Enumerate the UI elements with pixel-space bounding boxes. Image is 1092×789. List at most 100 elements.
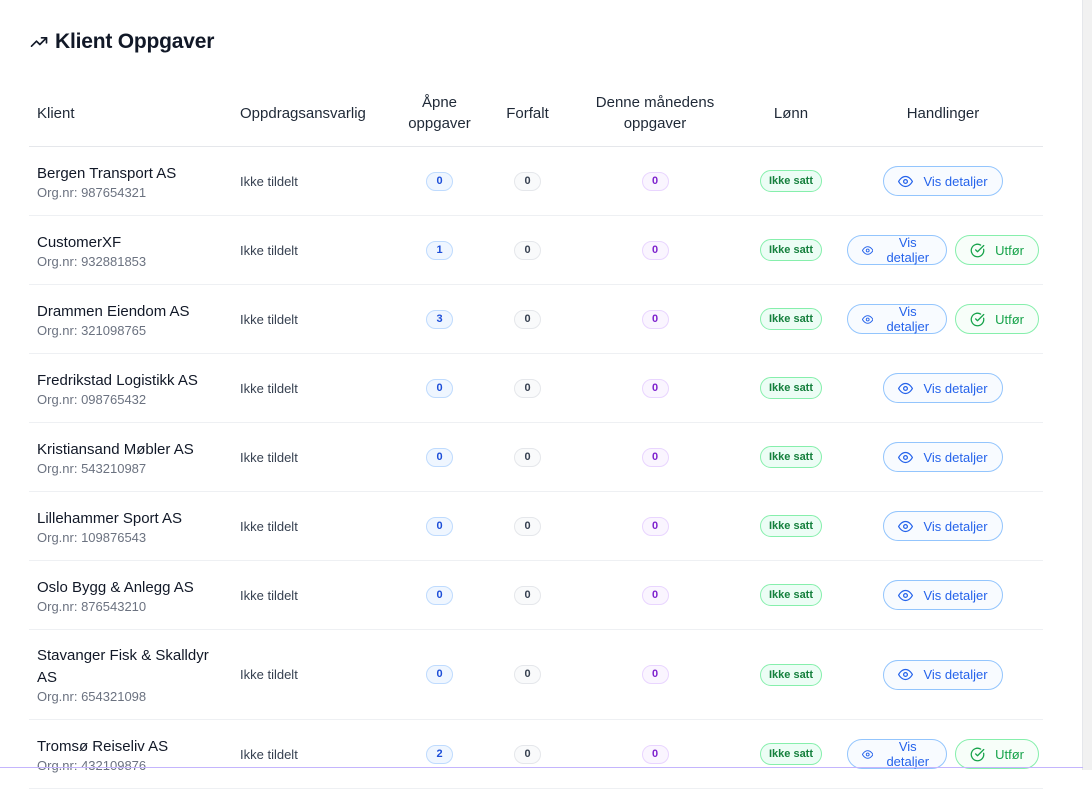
scrollbar[interactable] bbox=[1082, 0, 1092, 770]
responsible-cell: Ikke tildelt bbox=[232, 284, 395, 354]
eye-icon bbox=[898, 589, 914, 601]
open-tasks-badge: 0 bbox=[426, 516, 453, 536]
eye-icon bbox=[862, 749, 874, 759]
view-details-button[interactable]: Vis detaljer bbox=[883, 659, 1003, 690]
open-tasks-cell: 0 bbox=[395, 146, 484, 216]
row-actions: Vis detaljer bbox=[847, 659, 1039, 690]
salary-status-badge: Ikke satt bbox=[760, 743, 822, 765]
this-month-badge: 0 bbox=[641, 516, 669, 536]
row-actions: Vis detaljer Utfør bbox=[847, 235, 1039, 265]
table-row: Kristiansand Møbler AS Org.nr: 543210987… bbox=[29, 422, 1043, 492]
column-header-overdue[interactable]: Forfalt bbox=[484, 80, 571, 147]
salary-status-badge: Ikke satt bbox=[760, 663, 822, 686]
salary-cell: Ikke satt bbox=[739, 719, 843, 789]
row-actions: Vis detaljer bbox=[847, 580, 1039, 610]
view-details-button[interactable]: Vis detaljer bbox=[883, 442, 1003, 472]
view-details-button[interactable]: Vis detaljer bbox=[847, 235, 948, 265]
complete-button[interactable]: Utfør bbox=[955, 739, 1039, 769]
responsible-text: Ikke tildelt bbox=[240, 746, 298, 762]
client-cell: Lillehammer Sport AS Org.nr: 109876543 bbox=[29, 491, 232, 561]
actions-cell: Vis detaljer Utfør bbox=[843, 284, 1043, 354]
view-details-button[interactable]: Vis detaljer bbox=[883, 511, 1003, 541]
overdue-badge: 0 bbox=[514, 378, 541, 398]
row-actions: Vis detaljer bbox=[847, 373, 1039, 403]
eye-icon bbox=[898, 382, 914, 394]
view-details-button[interactable]: Vis detaljer bbox=[883, 373, 1003, 403]
column-header-salary[interactable]: Lønn bbox=[739, 80, 843, 147]
salary-cell: Ikke satt bbox=[739, 284, 843, 354]
this-month-badge: 0 bbox=[641, 585, 669, 605]
overdue-badge: 0 bbox=[514, 171, 541, 191]
client-org-number: Org.nr: 098765432 bbox=[37, 391, 147, 407]
view-details-label: Vis detaljer bbox=[886, 304, 930, 334]
salary-status-badge: Ikke satt bbox=[760, 377, 822, 399]
client-name[interactable]: Bergen Transport AS bbox=[37, 163, 228, 185]
salary-status-badge: Ikke satt bbox=[760, 515, 822, 537]
client-name[interactable]: Tromsø Reiseliv AS bbox=[37, 736, 228, 758]
table-row: Fredrikstad Logistikk AS Org.nr: 0987654… bbox=[29, 353, 1043, 423]
column-header-this-month[interactable]: Denne månedens oppgaver bbox=[571, 80, 739, 147]
salary-cell: Ikke satt bbox=[739, 560, 843, 630]
client-name[interactable]: Drammen Eiendom AS bbox=[37, 301, 228, 323]
overdue-badge: 0 bbox=[514, 447, 541, 467]
bottom-divider bbox=[0, 767, 1083, 768]
complete-label: Utfør bbox=[995, 242, 1024, 258]
view-details-label: Vis detaljer bbox=[923, 518, 988, 534]
actions-cell: Vis detaljer Utfør bbox=[843, 215, 1043, 285]
view-details-button[interactable]: Vis detaljer bbox=[847, 739, 948, 769]
client-name[interactable]: Kristiansand Møbler AS bbox=[37, 439, 228, 461]
client-org-number: Org.nr: 987654321 bbox=[37, 184, 147, 200]
actions-cell: Vis detaljer Utfør bbox=[843, 719, 1043, 789]
table-row: Oslo Bygg & Anlegg AS Org.nr: 876543210 … bbox=[29, 560, 1043, 630]
view-details-button[interactable]: Vis detaljer bbox=[883, 166, 1003, 196]
column-header-responsible[interactable]: Oppdragsansvarlig bbox=[232, 80, 395, 147]
view-details-label: Vis detaljer bbox=[923, 380, 988, 396]
client-name[interactable]: Lillehammer Sport AS bbox=[37, 508, 228, 530]
view-details-label: Vis detaljer bbox=[886, 235, 930, 265]
view-details-button[interactable]: Vis detaljer bbox=[847, 304, 948, 334]
trending-up-icon bbox=[30, 37, 48, 48]
this-month-badge: 0 bbox=[641, 309, 669, 329]
this-month-cell: 0 bbox=[571, 353, 739, 423]
actions-cell: Vis detaljer bbox=[843, 422, 1043, 492]
complete-button[interactable]: Utfør bbox=[955, 235, 1039, 265]
complete-button[interactable]: Utfør bbox=[955, 304, 1039, 334]
client-org-number: Org.nr: 543210987 bbox=[37, 460, 147, 476]
row-actions: Vis detaljer Utfør bbox=[847, 304, 1039, 334]
salary-status-badge: Ikke satt bbox=[760, 446, 822, 468]
complete-label: Utfør bbox=[995, 311, 1024, 327]
open-tasks-badge: 2 bbox=[426, 744, 453, 764]
client-org-number: Org.nr: 321098765 bbox=[37, 322, 147, 338]
column-header-open-tasks[interactable]: Åpne oppgaver bbox=[395, 80, 484, 147]
responsible-text: Ikke tildelt bbox=[240, 667, 298, 682]
open-tasks-cell: 3 bbox=[395, 284, 484, 354]
actions-cell: Vis detaljer bbox=[843, 491, 1043, 561]
row-actions: Vis detaljer bbox=[847, 442, 1039, 472]
open-tasks-cell: 2 bbox=[395, 719, 484, 789]
open-tasks-badge: 3 bbox=[426, 309, 453, 329]
responsible-cell: Ikke tildelt bbox=[232, 719, 395, 789]
row-actions: Vis detaljer bbox=[847, 511, 1039, 541]
overdue-cell: 0 bbox=[484, 422, 571, 492]
client-cell: Oslo Bygg & Anlegg AS Org.nr: 876543210 bbox=[29, 560, 232, 630]
open-tasks-cell: 0 bbox=[395, 560, 484, 630]
client-name[interactable]: Fredrikstad Logistikk AS bbox=[37, 370, 228, 392]
eye-icon bbox=[898, 668, 914, 681]
overdue-cell: 0 bbox=[484, 719, 571, 789]
open-tasks-badge: 1 bbox=[426, 240, 453, 260]
column-header-client[interactable]: Klient bbox=[29, 80, 232, 147]
overdue-cell: 0 bbox=[484, 284, 571, 354]
overdue-badge: 0 bbox=[514, 585, 541, 605]
client-name[interactable]: Oslo Bygg & Anlegg AS bbox=[37, 577, 228, 599]
open-tasks-cell: 0 bbox=[395, 629, 484, 720]
this-month-badge: 0 bbox=[641, 171, 669, 191]
client-org-number: Org.nr: 932881853 bbox=[37, 253, 147, 269]
client-name[interactable]: CustomerXF bbox=[37, 232, 228, 254]
open-tasks-cell: 1 bbox=[395, 215, 484, 285]
client-name[interactable]: Stavanger Fisk & Skalldyr AS bbox=[37, 645, 228, 689]
client-org-number: Org.nr: 432109876 bbox=[37, 757, 147, 773]
overdue-badge: 0 bbox=[514, 309, 541, 329]
responsible-text: Ikke tildelt bbox=[240, 518, 298, 534]
view-details-button[interactable]: Vis detaljer bbox=[883, 580, 1003, 610]
actions-cell: Vis detaljer bbox=[843, 560, 1043, 630]
